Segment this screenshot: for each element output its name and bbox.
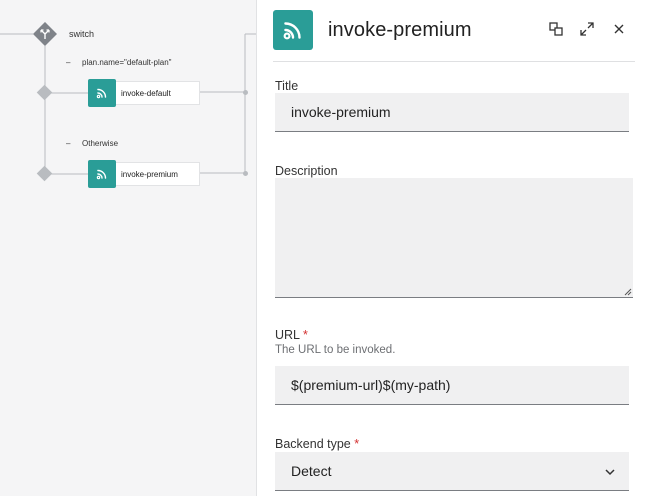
switch-icon (32, 21, 58, 47)
condition-dash: – (66, 139, 71, 148)
backend-type-label: Backend type * (275, 437, 359, 451)
switch-node[interactable] (32, 21, 58, 47)
step-details-panel: invoke-premium Title Description URL * (256, 0, 652, 496)
flow-canvas[interactable]: switch – plan.name="default-plan" – Otherw… (0, 0, 256, 496)
expand-button[interactable] (576, 18, 598, 40)
description-label: Description (275, 164, 338, 178)
swap-button[interactable] (545, 18, 567, 40)
close-button[interactable] (608, 18, 630, 40)
resize-grip-icon[interactable] (624, 288, 632, 296)
condition-dash: – (66, 58, 71, 67)
swap-icon (549, 22, 563, 36)
condition-label: – plan.name="default-plan" (66, 58, 172, 67)
rss-icon (88, 79, 116, 107)
switch-label: switch (69, 29, 95, 39)
title-input[interactable] (275, 93, 629, 132)
title-label: Title (275, 79, 299, 93)
panel-header: invoke-premium (273, 10, 635, 62)
step-invoke-premium[interactable]: invoke-premium (88, 160, 200, 188)
condition-text: plan.name="default-plan" (82, 58, 172, 67)
flow-connectors (0, 33, 256, 175)
connector-port (243, 90, 248, 95)
url-label-text: URL (275, 328, 300, 342)
url-input[interactable] (275, 366, 629, 405)
expand-icon (580, 22, 594, 36)
required-marker: * (354, 437, 360, 451)
rss-icon (88, 160, 116, 188)
chevron-down-icon (605, 469, 615, 476)
step-label: invoke-premium (121, 169, 178, 179)
description-textarea[interactable] (275, 178, 633, 298)
condition-text: Otherwise (82, 139, 119, 148)
backend-type-value: Detect (291, 463, 332, 479)
url-hint: The URL to be invoked. (275, 344, 396, 356)
panel-title: invoke-premium (328, 19, 472, 41)
step-label: invoke-default (121, 88, 171, 98)
connector-port (243, 171, 248, 176)
backend-type-select[interactable]: Detect (275, 452, 629, 491)
backend-type-label-text: Backend type (275, 437, 351, 451)
close-icon (614, 24, 624, 34)
rss-icon (273, 10, 313, 50)
url-label: URL * (275, 328, 308, 342)
condition-label: – Otherwise (66, 139, 118, 148)
step-invoke-default[interactable]: invoke-default (88, 79, 200, 107)
required-marker: * (303, 328, 308, 342)
